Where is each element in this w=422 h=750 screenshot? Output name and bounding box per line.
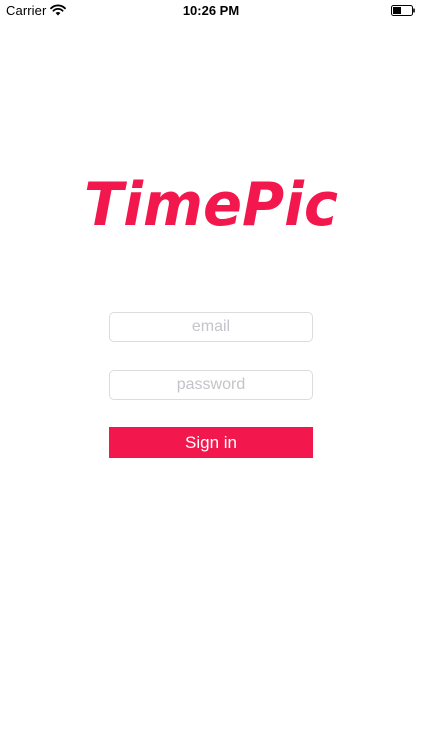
- app-logo: TimePic: [84, 170, 338, 240]
- battery-icon: [391, 5, 415, 16]
- password-input[interactable]: [109, 370, 313, 400]
- app-logo-text: TimePic: [84, 170, 338, 240]
- email-input[interactable]: [109, 312, 313, 342]
- status-time: 10:26 PM: [182, 3, 240, 18]
- sign-in-button[interactable]: Sign in: [109, 427, 313, 458]
- status-bar: Carrier 10:26 PM: [0, 0, 422, 22]
